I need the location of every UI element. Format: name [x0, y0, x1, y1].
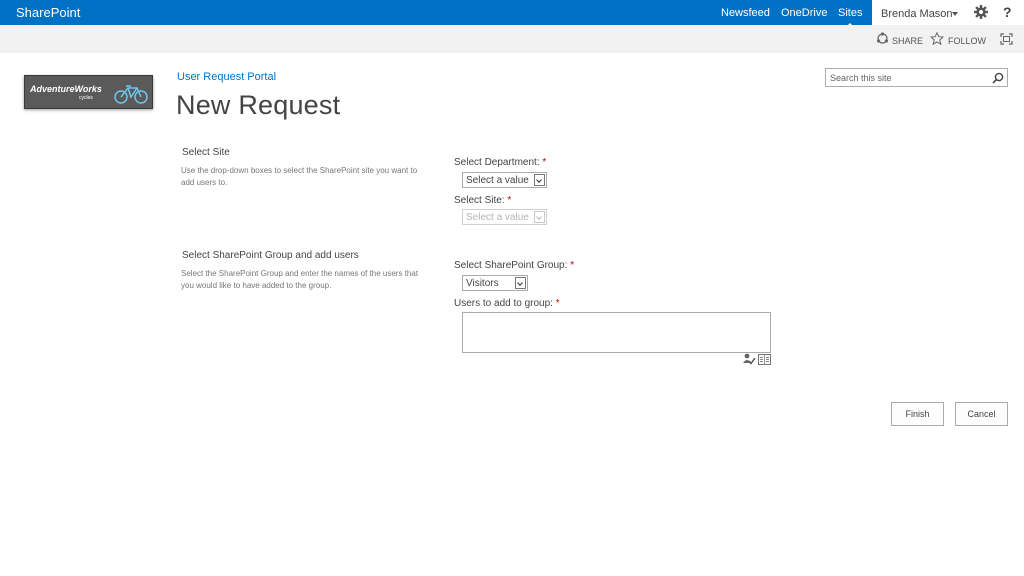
required-marker: * — [555, 298, 560, 309]
group-dropdown[interactable]: Visitors — [462, 275, 528, 291]
share-icon — [877, 32, 888, 44]
star-icon — [930, 32, 944, 45]
search-box — [825, 68, 1008, 87]
user-menu[interactable]: Brenda Mason ? — [872, 0, 1024, 25]
required-marker: * — [542, 157, 547, 168]
site-label: Select Site: * — [454, 195, 512, 206]
site-dropdown-value: Select a value — [466, 212, 529, 223]
group-label: Select SharePoint Group: * — [454, 260, 575, 271]
select-site-section-description: Use the drop-down boxes to select the Sh… — [181, 166, 418, 187]
department-dropdown[interactable]: Select a value — [462, 172, 547, 188]
required-marker: * — [507, 195, 512, 206]
logo-subtext: cycles — [79, 95, 93, 101]
finish-button[interactable]: Finish — [891, 402, 944, 426]
chevron-down-icon — [515, 277, 526, 289]
site-dropdown[interactable]: Select a value — [462, 209, 547, 225]
department-label: Select Department: * — [454, 157, 547, 168]
select-site-section-title: Select Site — [182, 147, 230, 158]
group-dropdown-value: Visitors — [466, 278, 499, 289]
chevron-down-icon — [952, 12, 958, 16]
newsfeed-link[interactable]: Newsfeed — [721, 7, 770, 19]
chevron-down-icon — [534, 211, 545, 223]
search-icon[interactable] — [992, 72, 1004, 84]
logo-text: AdventureWorks — [30, 84, 102, 94]
required-marker: * — [570, 260, 575, 271]
sharepoint-brand-link[interactable]: SharePoint — [16, 5, 80, 20]
users-people-picker[interactable] — [462, 312, 771, 353]
select-group-section-description: Select the SharePoint Group and enter th… — [181, 269, 419, 290]
follow-label: FOLLOW — [948, 36, 987, 46]
user-name[interactable]: Brenda Mason — [881, 8, 953, 20]
suite-bar: SharePoint Newsfeed OneDrive Sites Brend… — [0, 0, 1024, 27]
select-group-section-title: Select SharePoint Group and add users — [182, 250, 359, 261]
sites-link[interactable]: Sites — [838, 7, 862, 27]
users-label: Users to add to group: * — [454, 298, 560, 309]
department-dropdown-value: Select a value — [466, 175, 529, 186]
help-icon[interactable]: ? — [1003, 4, 1012, 20]
cancel-button[interactable]: Cancel — [955, 402, 1008, 426]
ribbon-row: SHARE FOLLOW — [0, 25, 1024, 53]
share-label: SHARE — [892, 36, 924, 46]
site-logo[interactable]: AdventureWorks cycles — [24, 75, 153, 109]
page-title: New Request — [176, 90, 341, 120]
focus-on-content-icon[interactable] — [1000, 33, 1013, 45]
chevron-down-icon — [534, 174, 545, 186]
search-input[interactable] — [826, 69, 990, 86]
gear-icon[interactable] — [973, 4, 989, 20]
breadcrumb[interactable]: User Request Portal — [177, 71, 276, 83]
bicycle-icon — [114, 85, 148, 104]
onedrive-link[interactable]: OneDrive — [781, 7, 827, 19]
check-names-icon[interactable] — [742, 353, 756, 365]
address-book-icon[interactable] — [758, 354, 771, 365]
